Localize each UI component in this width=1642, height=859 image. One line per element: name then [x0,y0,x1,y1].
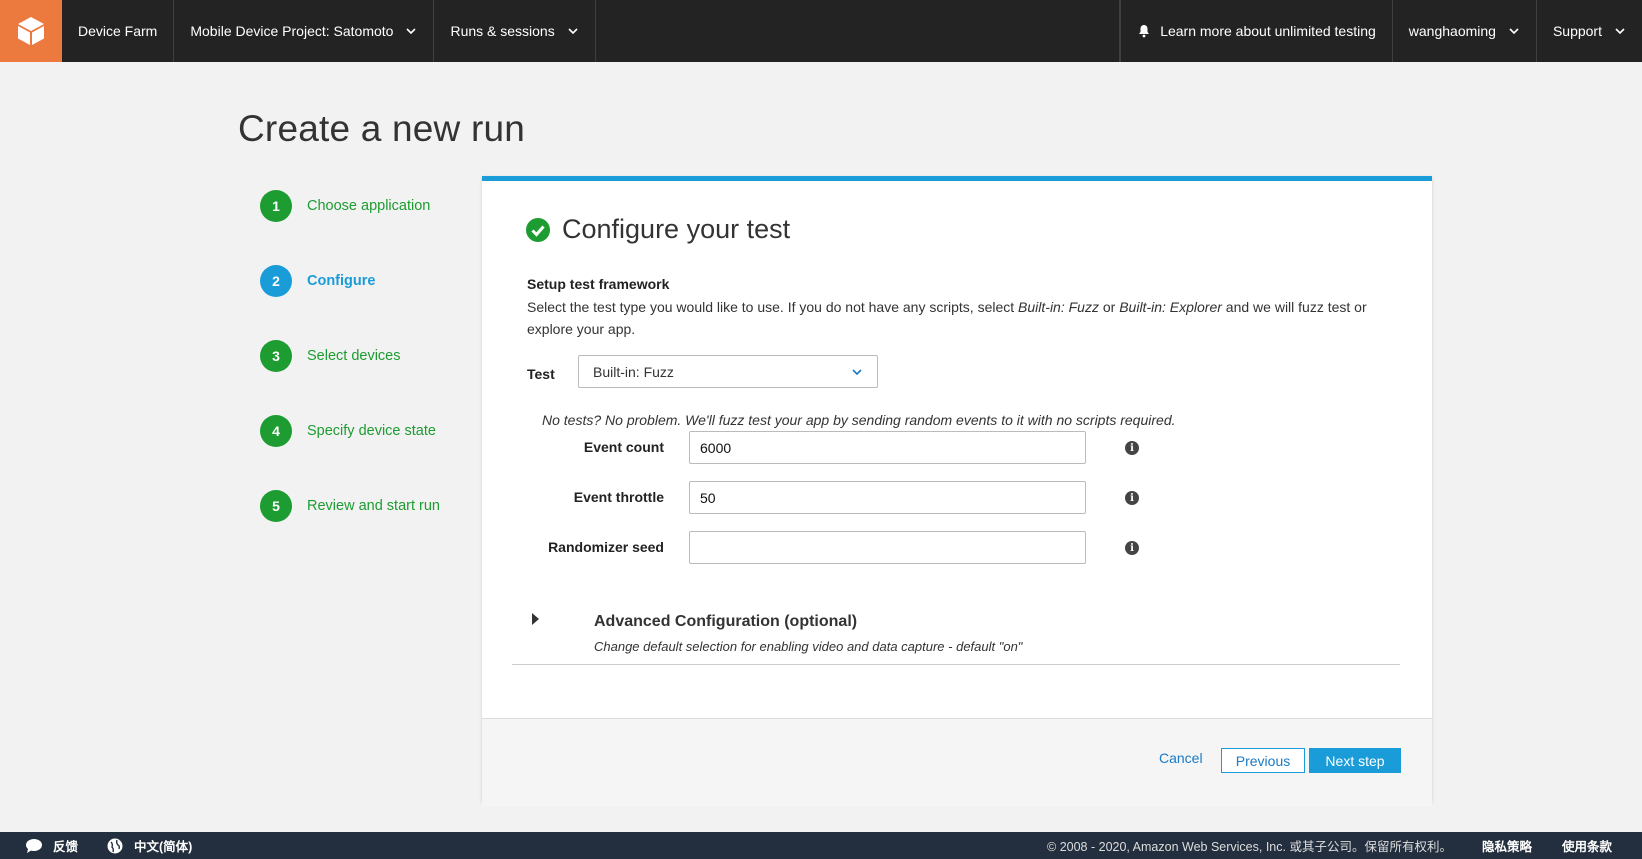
nav-project-dropdown[interactable]: Mobile Device Project: Satomoto [174,0,435,62]
language-selector[interactable]: 中文(简体) [106,836,192,855]
configure-card: Configure your test Setup test framework… [482,176,1432,807]
step-review-and-start-run[interactable]: 5 Review and start run [260,490,440,522]
copyright-text: © 2008 - 2020, Amazon Web Services, Inc.… [1047,840,1452,854]
globe-icon [107,838,123,853]
randomizer-seed-input[interactable] [689,531,1086,564]
nav-support-label: Support [1552,23,1602,39]
step-select-devices[interactable]: 3 Select devices [260,340,440,372]
nav-support-dropdown[interactable]: Support [1537,0,1642,62]
terms-of-use-link[interactable]: 使用条款 [1562,836,1612,855]
event-throttle-row: Event throttle i [482,481,1182,514]
next-step-button[interactable]: Next step [1309,748,1401,773]
randomizer-seed-row: Randomizer seed i [482,531,1182,564]
feedback-link[interactable]: 反馈 [25,836,78,855]
step-choose-application[interactable]: 1 Choose application [260,190,440,222]
setup-framework-title: Setup test framework [527,276,670,292]
event-count-row: Event count i [482,431,1182,464]
chevron-down-icon [1615,28,1625,35]
nav-runs-dropdown[interactable]: Runs & sessions [434,0,596,62]
info-icon[interactable]: i [1125,541,1139,555]
event-count-input[interactable] [689,431,1086,464]
setup-desc-or: or [1098,299,1120,315]
test-type-select[interactable]: Built-in: Fuzz [578,355,878,388]
footer-left: 反馈 中文(简体) [25,836,220,855]
advanced-configuration-title[interactable]: Advanced Configuration (optional) [594,613,857,631]
setup-desc-fuzz: Built-in: Fuzz [1018,299,1099,315]
nav-learn-more-label: Learn more about unlimited testing [1160,23,1376,39]
cancel-button[interactable]: Cancel [1159,750,1203,766]
nav-user-dropdown[interactable]: wanghaoming [1393,0,1537,62]
step-number: 2 [260,265,292,297]
nav-runs-label: Runs & sessions [450,23,555,39]
step-label: Specify device state [307,423,436,439]
setup-desc-explorer: Built-in: Explorer [1119,299,1222,315]
step-label: Select devices [307,348,401,364]
randomizer-seed-label: Randomizer seed [548,539,664,555]
card-header: Configure your test [526,214,790,245]
step-label: Configure [307,273,376,289]
card-title: Configure your test [562,214,791,244]
step-configure[interactable]: 2 Configure [260,265,440,297]
event-count-label: Event count [583,439,664,455]
setup-desc-text: Select the test type you would like to u… [527,299,1019,315]
advanced-configuration-section: Advanced Configuration (optional) Change… [512,601,1400,665]
event-throttle-input[interactable] [689,481,1086,514]
test-label: Test [527,366,555,382]
step-specify-device-state[interactable]: 4 Specify device state [260,415,440,447]
speech-bubble-icon [26,838,42,853]
nav-spacer [596,0,1121,62]
nav-device-farm[interactable]: Device Farm [62,0,175,62]
chevron-down-icon [406,28,417,35]
step-number: 3 [260,340,292,372]
bell-icon [1139,25,1150,38]
nav-brand-label: Device Farm [78,23,158,39]
event-throttle-label: Event throttle [573,489,664,505]
test-type-value: Built-in: Fuzz [593,363,674,380]
expand-triangle-icon[interactable] [532,613,539,625]
console-footer: 反馈 中文(简体) © 2008 - 2020, Amazon Web Serv… [0,832,1642,859]
privacy-policy-link[interactable]: 隐私策略 [1482,836,1532,855]
nav-user-label: wanghaoming [1408,23,1496,39]
page-title: Create a new run [238,108,526,149]
chevron-down-icon [1509,28,1519,35]
language-label: 中文(简体) [134,840,193,854]
check-circle-icon [526,217,550,242]
setup-framework-description: Select the test type you would like to u… [527,296,1377,340]
previous-button[interactable]: Previous [1221,748,1305,773]
nav-project-label: Mobile Device Project: Satomoto [190,23,394,39]
card-footer: Cancel Previous Next step [482,718,1432,807]
step-number: 4 [260,415,292,447]
info-icon[interactable]: i [1125,441,1139,455]
step-label: Review and start run [307,498,440,514]
aws-logo-icon[interactable] [0,0,62,62]
fuzz-note: No tests? No problem. We'll fuzz test yo… [542,412,1176,428]
step-number: 1 [260,190,292,222]
advanced-configuration-subtitle: Change default selection for enabling vi… [594,639,1023,654]
step-label: Choose application [307,198,431,214]
wizard-stepper: 1 Choose application 2 Configure 3 Selec… [260,190,440,565]
info-icon[interactable]: i [1125,491,1139,505]
chevron-down-icon [852,368,862,375]
chevron-down-icon [568,28,578,35]
feedback-label: 反馈 [53,840,79,854]
top-navigation: Device Farm Mobile Device Project: Satom… [0,0,1642,62]
step-number: 5 [260,490,292,522]
nav-learn-more[interactable]: Learn more about unlimited testing [1120,0,1393,62]
